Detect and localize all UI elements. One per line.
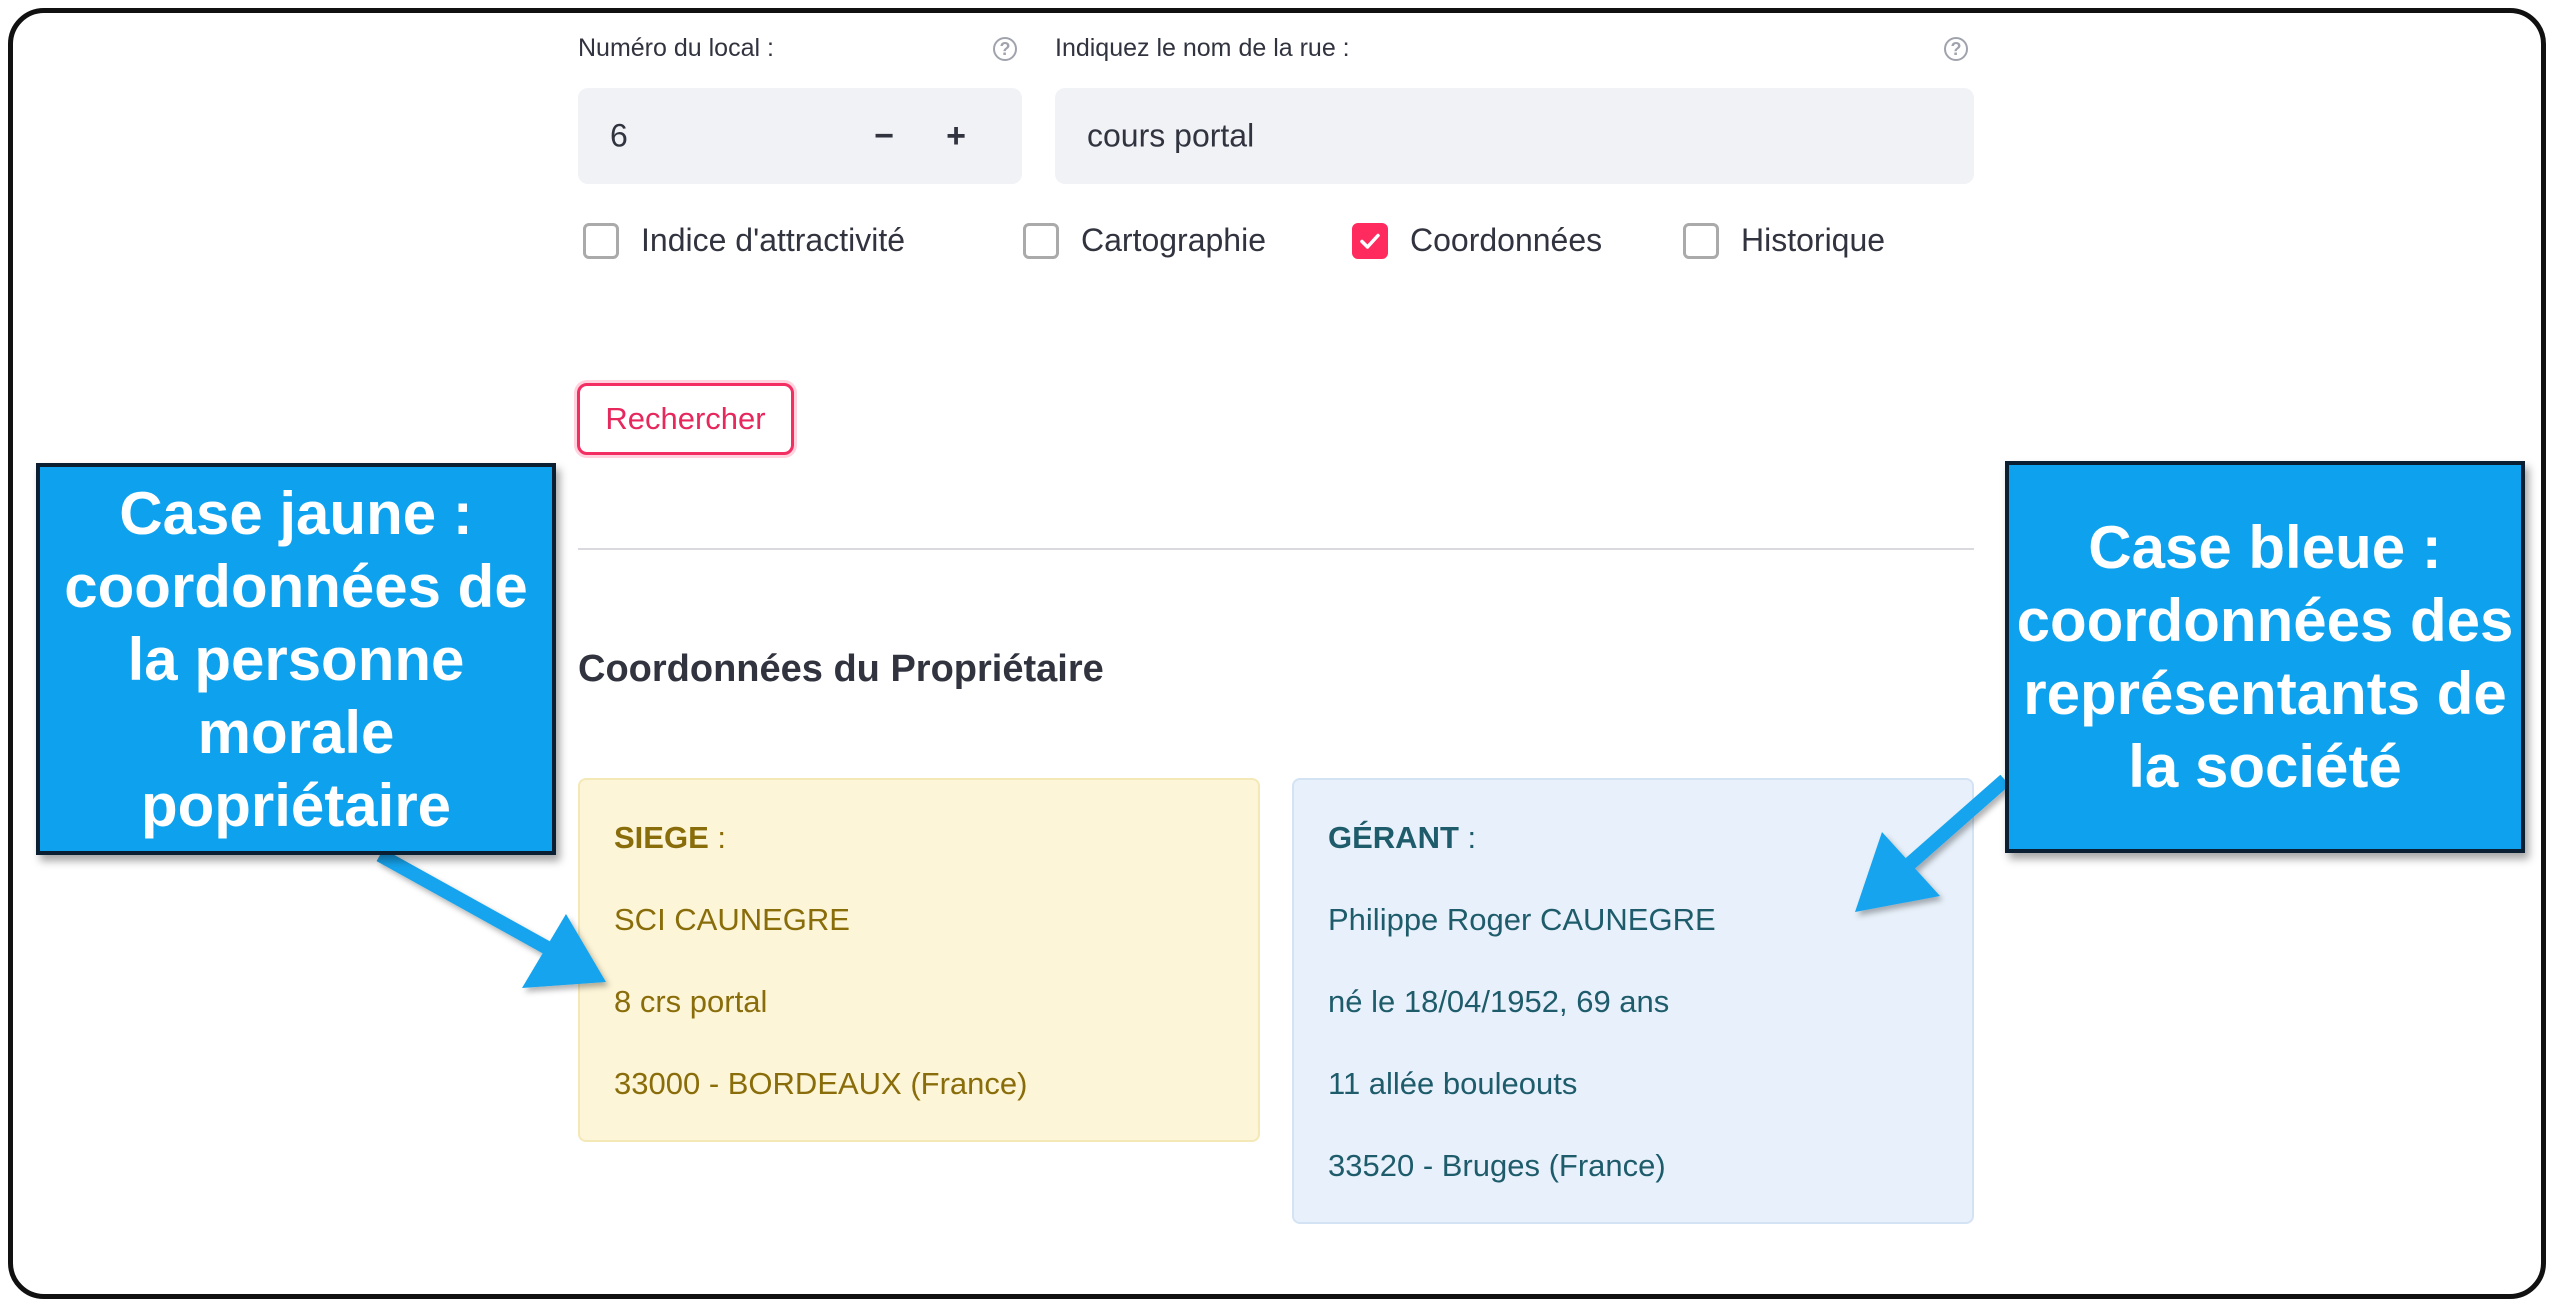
- callout-blue-case: Case bleue : coordonnées des représentan…: [2005, 461, 2525, 853]
- arrow-left: [376, 848, 606, 988]
- callout-yellow-case: Case jaune : coordonnées de la personne …: [36, 463, 556, 855]
- arrow-right: [1855, 774, 2010, 912]
